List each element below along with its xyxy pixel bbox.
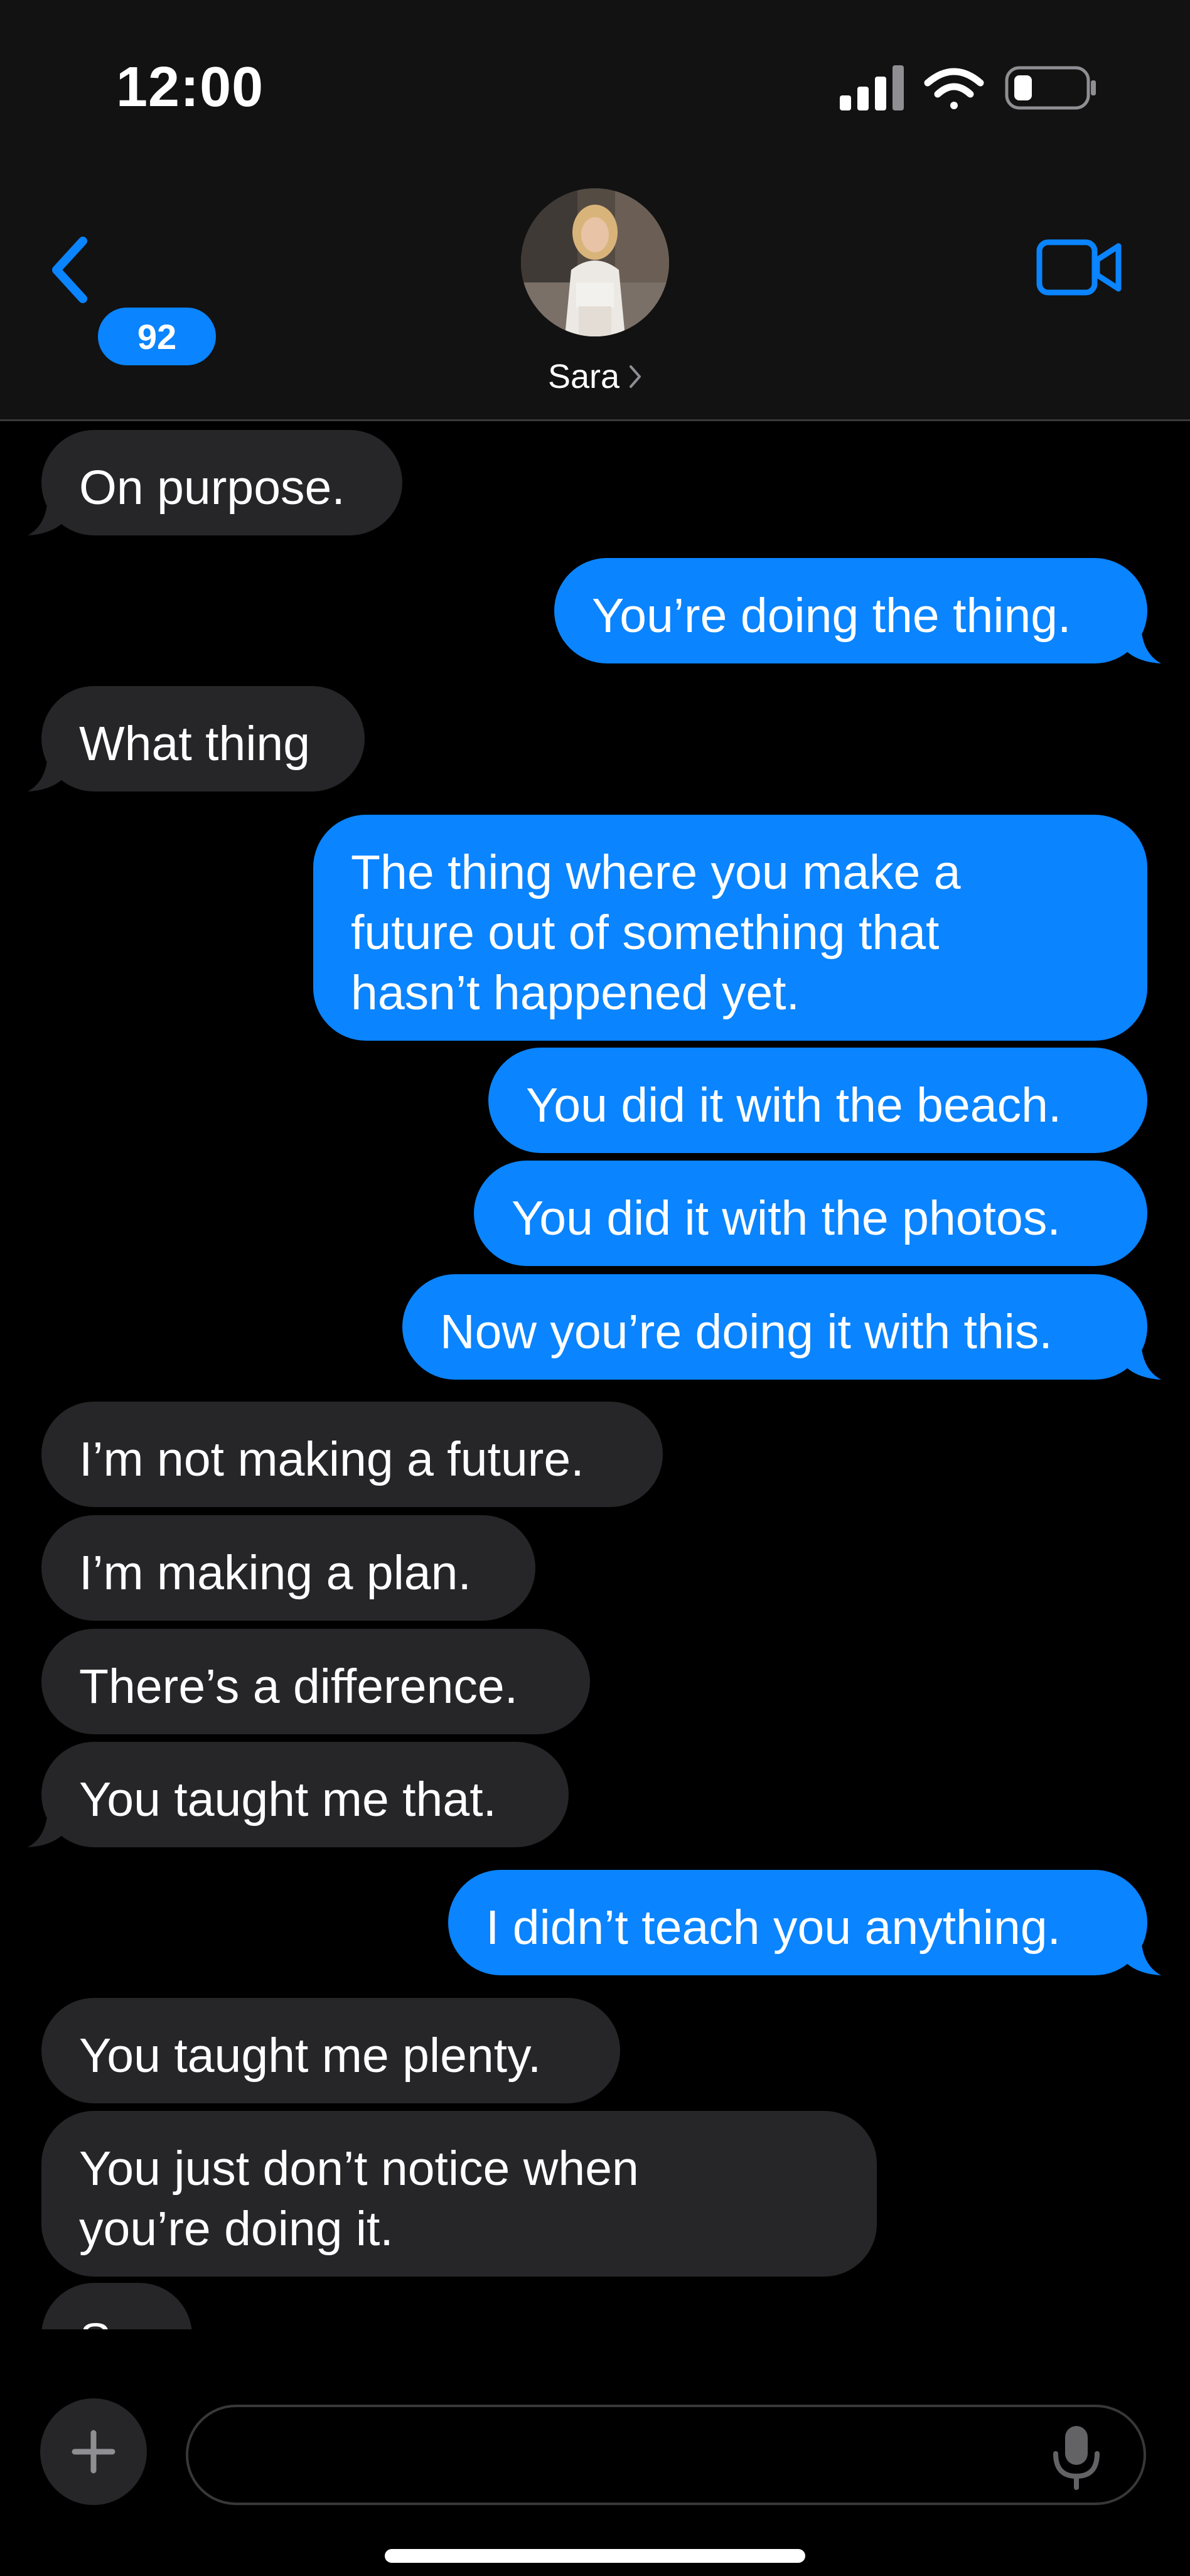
incoming-tail-icon bbox=[28, 1810, 63, 1847]
status-icons bbox=[840, 65, 1096, 110]
contact-avatar[interactable] bbox=[521, 188, 669, 336]
contact-chevron-icon bbox=[630, 365, 641, 388]
unread-count-badge: 92 bbox=[98, 308, 216, 365]
back-chevron-icon bbox=[52, 237, 87, 303]
message-input[interactable] bbox=[186, 2405, 1146, 2505]
outgoing-message[interactable]: You’re doing the thing. bbox=[554, 558, 1147, 663]
outgoing-message[interactable]: I didn’t teach you anything. bbox=[448, 1870, 1147, 1975]
apps-button[interactable] bbox=[40, 2398, 147, 2505]
conversation-header: 92 Sara bbox=[0, 163, 1190, 421]
incoming-message[interactable]: What thing bbox=[41, 686, 365, 792]
compose-bar bbox=[0, 2329, 1190, 2576]
outgoing-tail-icon bbox=[1126, 1938, 1161, 1975]
home-indicator[interactable] bbox=[385, 2549, 805, 2563]
incoming-message[interactable]: You taught me that. bbox=[41, 1742, 569, 1847]
outgoing-message[interactable]: You did it with the photos. bbox=[474, 1161, 1147, 1266]
battery-icon bbox=[1005, 66, 1096, 110]
outgoing-tail-icon bbox=[1126, 626, 1161, 663]
cellular-signal-icon bbox=[840, 65, 904, 110]
incoming-message[interactable]: You just don’t notice when you’re doing … bbox=[41, 2111, 877, 2277]
incoming-message[interactable]: There’s a difference. bbox=[41, 1629, 590, 1734]
incoming-tail-icon bbox=[28, 754, 63, 792]
contact-photo bbox=[521, 188, 669, 336]
contact-name: Sara bbox=[547, 358, 620, 395]
incoming-message[interactable]: So bbox=[41, 2283, 192, 2329]
outgoing-tail-icon bbox=[1126, 1342, 1161, 1380]
status-time: 12:00 bbox=[116, 56, 264, 119]
outgoing-message[interactable]: You did it with the beach. bbox=[488, 1048, 1147, 1153]
message-thread[interactable]: On purpose. You’re doing the thing. What… bbox=[0, 421, 1190, 2329]
microphone-icon[interactable] bbox=[1048, 2422, 1105, 2491]
outgoing-message[interactable]: The thing where you make a future out of… bbox=[313, 815, 1147, 1041]
incoming-message[interactable]: I’m making a plan. bbox=[41, 1515, 535, 1621]
incoming-message[interactable]: You taught me plenty. bbox=[41, 1998, 620, 2103]
incoming-message[interactable]: On purpose. bbox=[41, 430, 402, 535]
incoming-message[interactable]: I’m not making a future. bbox=[41, 1402, 663, 1507]
back-button[interactable]: 92 bbox=[49, 231, 216, 365]
video-camera-icon[interactable] bbox=[1036, 232, 1123, 301]
contact-name-button[interactable]: Sara bbox=[477, 352, 713, 402]
outgoing-message[interactable]: Now you’re doing it with this. bbox=[402, 1274, 1147, 1380]
plus-icon bbox=[72, 2430, 115, 2474]
wifi-icon bbox=[924, 68, 984, 109]
status-bar: 12:00 bbox=[0, 0, 1190, 163]
incoming-tail-icon bbox=[28, 498, 63, 535]
unread-count: 92 bbox=[137, 316, 177, 357]
